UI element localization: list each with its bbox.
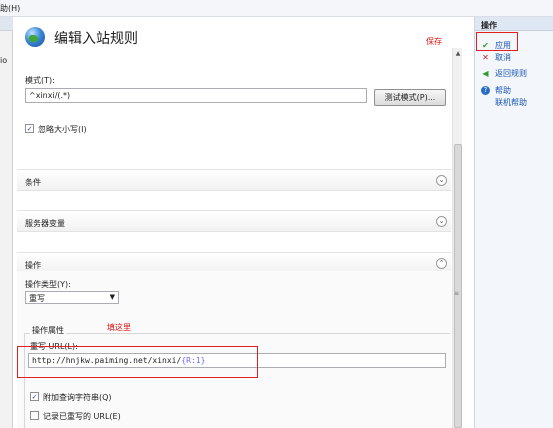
save-annotation: 保存	[426, 37, 442, 46]
check-icon: ✓	[31, 393, 38, 401]
action-properties-label: 操作属性	[30, 325, 66, 336]
highlight-box-apply	[476, 32, 518, 51]
globe-icon	[25, 27, 45, 47]
append-query-label: 附加查询字符串(Q)	[43, 393, 112, 402]
cancel-icon: ✕	[482, 53, 489, 62]
action-cancel-label: 取消	[495, 53, 511, 62]
action-online-help-label: 联机帮助	[495, 98, 527, 107]
section-title: 操作	[25, 261, 41, 270]
log-rewritten-checkbox[interactable]	[30, 411, 39, 420]
actions-pane: 操作 ✔ 应用 ✕ 取消 ◀ 返回规则 ? 帮助 联机帮助	[474, 17, 553, 428]
scrollbar-thumb[interactable]	[454, 144, 462, 428]
help-menu[interactable]: 助(H)	[0, 3, 20, 14]
actions-pane-header: 操作	[475, 17, 553, 31]
left-panel-text[interactable]: io	[0, 56, 7, 65]
back-arrow-icon: ◀	[482, 69, 489, 78]
action-online-help[interactable]: 联机帮助	[475, 97, 553, 108]
section-server-variables[interactable]: 服务器变量 ⌄	[17, 210, 451, 232]
vertical-scrollbar[interactable]: ▲ ≡	[452, 48, 462, 428]
test-pattern-button[interactable]: 测试模式(P)...	[374, 89, 446, 106]
append-query-checkbox[interactable]: ✓	[30, 392, 39, 401]
action-type-select[interactable]: 重写 ▼	[25, 291, 119, 304]
action-type-value: 重写	[29, 294, 45, 303]
action-cancel[interactable]: ✕ 取消	[475, 52, 553, 63]
menu-bar: 助(H)	[0, 0, 553, 17]
section-title: 条件	[25, 178, 41, 187]
pattern-label: 模式(T):	[25, 76, 55, 85]
action-back-to-rules[interactable]: ◀ 返回规则	[475, 68, 553, 79]
actions-pane-title: 操作	[481, 21, 497, 30]
ignore-case-checkbox[interactable]: ✓	[25, 124, 34, 133]
fill-here-annotation: 填这里	[107, 323, 131, 332]
action-help-label: 帮助	[495, 86, 511, 95]
scroll-up-icon[interactable]: ▲	[453, 50, 463, 58]
action-back-label: 返回规则	[495, 69, 527, 78]
left-panel: io	[0, 17, 13, 428]
chevron-down-icon[interactable]: ⌄	[436, 216, 447, 227]
ignore-case-label: 忽略大小写(I)	[38, 125, 87, 134]
page-title: 编辑入站规则	[54, 31, 138, 47]
dropdown-arrow-icon: ▼	[109, 293, 115, 301]
grip-icon: ≡	[454, 290, 460, 297]
left-panel-header	[0, 17, 13, 31]
pattern-input[interactable]: ^xinxi/(.*)	[25, 88, 367, 103]
check-icon: ✓	[26, 125, 33, 133]
help-icon: ?	[481, 86, 490, 95]
highlight-box-url	[17, 346, 258, 378]
section-conditions[interactable]: 条件 ⌄	[17, 169, 451, 191]
log-rewritten-label: 记录已重写的 URL(E)	[43, 412, 121, 421]
action-help[interactable]: ? 帮助	[475, 85, 553, 96]
chevron-up-icon[interactable]: ⌃	[436, 258, 447, 269]
chevron-down-icon[interactable]: ⌄	[436, 175, 447, 186]
section-title: 服务器变量	[25, 219, 65, 228]
action-type-label: 操作类型(Y):	[25, 280, 71, 289]
